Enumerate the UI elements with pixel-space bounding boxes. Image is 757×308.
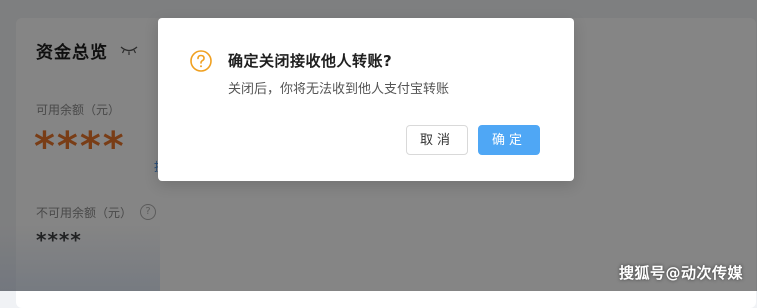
confirm-dialog: 确定关闭接收他人转账? 关闭后，你将无法收到他人支付宝转账 取消 确定 — [158, 18, 574, 181]
question-circle-icon — [190, 50, 212, 72]
dialog-title: 确定关闭接收他人转账? — [228, 52, 393, 70]
dialog-content: 关闭后，你将无法收到他人支付宝转账 — [228, 82, 450, 97]
cancel-button[interactable]: 取消 — [406, 125, 468, 155]
watermark: 搜狐号@动次传媒 — [618, 264, 743, 282]
confirm-button[interactable]: 确定 — [478, 125, 540, 155]
